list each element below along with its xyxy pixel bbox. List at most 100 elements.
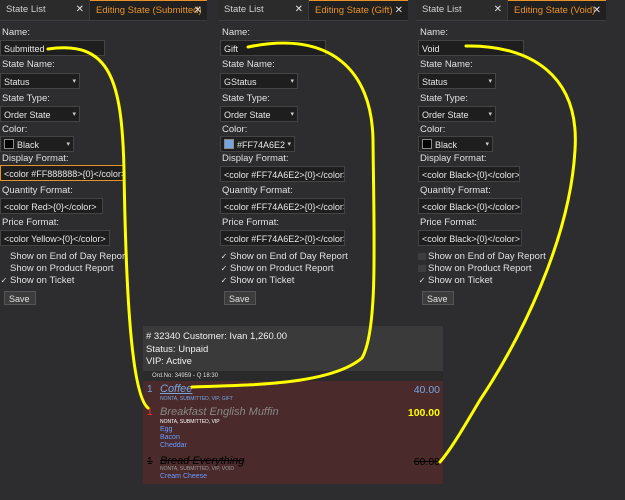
modifier-bacon: Bacon	[160, 434, 180, 441]
item-price: 60.00	[413, 456, 440, 468]
checkbox-show-on-ticket[interactable]: ✓ Show on Ticket	[418, 275, 493, 286]
checkbox-end-of-day[interactable]: Show on End of Day Report	[0, 251, 128, 262]
dropdown-value: Black	[17, 140, 40, 150]
item-quantity: 1	[147, 456, 153, 467]
checkbox-product-report[interactable]: Show on Product Report	[0, 263, 114, 274]
state-type-dropdown[interactable]: Order State ▾	[418, 106, 496, 122]
display-format-field[interactable]: <color #FF888888>{0}</color>	[0, 165, 124, 181]
tab-label: State List	[422, 4, 462, 15]
color-swatch	[422, 139, 432, 149]
name-field[interactable]: Submitted	[0, 40, 105, 56]
name-field[interactable]: Gift	[220, 40, 326, 56]
quantity-format-label: Quantity Format:	[420, 185, 491, 196]
close-icon[interactable]: ✕	[295, 0, 303, 20]
tab-bar: State List ✕ Editing State (Submitted) ✕	[0, 0, 207, 21]
state-name-label: State Name:	[420, 59, 473, 70]
state-name-dropdown[interactable]: Status ▾	[418, 73, 496, 89]
unchecked-icon	[418, 265, 426, 272]
quantity-format-field[interactable]: <color Black>{0}</color>	[418, 198, 522, 214]
tab-state-list[interactable]: State List ✕	[416, 0, 508, 20]
chevron-down-icon: ▾	[290, 78, 294, 85]
price-format-field[interactable]: <color #FF74A6E2>{0}</color>	[220, 230, 345, 246]
price-format-label: Price Format:	[2, 217, 60, 228]
check-icon: ✓	[418, 276, 426, 285]
state-name-label: State Name:	[2, 59, 55, 70]
state-type-dropdown[interactable]: Order State ▾	[220, 106, 298, 122]
item-tags: NONTA, SUBMITTED, VIP, VOID	[160, 466, 234, 472]
price-format-label: Price Format:	[222, 217, 280, 228]
color-label: Color:	[2, 124, 28, 135]
close-icon[interactable]: ✕	[395, 1, 403, 21]
save-button[interactable]: Save	[224, 291, 256, 305]
close-icon[interactable]: ✕	[76, 0, 84, 20]
chevron-down-icon: ▾	[287, 141, 291, 148]
checkbox-label: Show on End of Day Report	[230, 251, 348, 262]
checkbox-show-on-ticket[interactable]: ✓ Show on Ticket	[220, 275, 295, 286]
item-quantity: 1	[147, 384, 153, 395]
tab-state-list[interactable]: State List ✕	[218, 0, 309, 20]
color-dropdown[interactable]: Black ▾	[0, 136, 74, 152]
dropdown-value: Order State	[422, 110, 469, 120]
price-format-field[interactable]: <color Black>{0}</color>	[418, 230, 522, 246]
display-format-field[interactable]: <color Black>{0}</color>	[418, 166, 520, 182]
dropdown-value: Status	[4, 77, 30, 87]
price-format-field[interactable]: <color Yellow>{0}</color>	[0, 230, 110, 246]
tab-editing-state[interactable]: Editing State (Void) ✕	[508, 0, 606, 20]
close-icon[interactable]: ✕	[593, 1, 601, 21]
state-name-dropdown[interactable]: GStatus ▾	[220, 73, 298, 89]
name-field[interactable]: Void	[418, 40, 524, 56]
checkbox-product-report[interactable]: Show on Product Report	[418, 263, 532, 274]
tab-editing-state[interactable]: Editing State (Submitted) ✕	[90, 0, 207, 20]
panel-submitted: State List ✕ Editing State (Submitted) ✕…	[0, 0, 207, 318]
checkbox-label: Show on Ticket	[10, 275, 75, 286]
check-icon: ✓	[220, 264, 228, 273]
state-name-label: State Name:	[222, 59, 275, 70]
chevron-down-icon: ▾	[488, 111, 492, 118]
display-format-field[interactable]: <color #FF74A6E2>{0}</color>	[220, 166, 345, 182]
tab-editing-state[interactable]: Editing State (Gift) ✕	[309, 0, 408, 20]
ticket-preview: # 32340 Customer: Ivan 1,260.00 Status: …	[143, 326, 443, 484]
close-icon[interactable]: ✕	[494, 0, 502, 20]
save-button[interactable]: Save	[422, 291, 454, 305]
checkbox-end-of-day[interactable]: Show on End of Day Report	[418, 251, 546, 262]
color-dropdown[interactable]: #FF74A6E2 ▾	[220, 136, 295, 152]
checkbox-label: Show on Ticket	[230, 275, 295, 286]
checkbox-label: Show on End of Day Report	[428, 251, 546, 262]
tab-state-list[interactable]: State List ✕	[0, 0, 90, 20]
tab-label: State List	[6, 4, 46, 15]
ticket-vip: VIP: Active	[146, 356, 192, 367]
close-icon[interactable]: ✕	[194, 1, 202, 21]
color-label: Color:	[420, 124, 446, 135]
checkbox-label: Show on Product Report	[428, 263, 532, 274]
checkbox-end-of-day[interactable]: ✓ Show on End of Day Report	[220, 251, 348, 262]
chevron-down-icon: ▾	[66, 141, 70, 148]
save-button[interactable]: Save	[4, 291, 36, 305]
check-icon: ✓	[220, 252, 228, 261]
chevron-down-icon: ▾	[290, 111, 294, 118]
item-price: 100.00	[407, 407, 440, 419]
chevron-down-icon: ▾	[72, 78, 76, 85]
display-format-label: Display Format:	[420, 153, 487, 164]
checkbox-show-on-ticket[interactable]: ✓ Show on Ticket	[0, 275, 75, 286]
tab-bar: State List ✕ Editing State (Gift) ✕	[218, 0, 408, 21]
order-item-coffee[interactable]: 1 Coffee 40.00 NONTA, SUBMITTED, VIP, GI…	[143, 381, 443, 403]
quantity-format-field[interactable]: <color #FF74A6E2>{0}</color>	[220, 198, 345, 214]
order-item-bread-everything[interactable]: 1 Bread Everything 60.00 NONTA, SUBMITTE…	[143, 454, 443, 484]
checkbox-product-report[interactable]: ✓ Show on Product Report	[220, 263, 334, 274]
state-name-dropdown[interactable]: Status ▾	[0, 73, 80, 89]
dropdown-value: #FF74A6E2	[237, 140, 286, 150]
checkbox-label: Show on Product Report	[10, 263, 114, 274]
color-dropdown[interactable]: Black ▾	[418, 136, 493, 152]
name-label: Name:	[2, 27, 30, 38]
quantity-format-field[interactable]: <color Red>{0}</color>	[0, 198, 103, 214]
state-type-dropdown[interactable]: Order State ▾	[0, 106, 80, 122]
state-type-label: State Type:	[222, 93, 270, 104]
tab-label: State List	[224, 4, 264, 15]
chevron-down-icon: ▾	[485, 141, 489, 148]
order-item-muffin[interactable]: 1 Breakfast English Muffin 100.00 NONTA,…	[143, 405, 443, 453]
item-tags: NONTA, SUBMITTED, VIP, GIFT	[160, 396, 234, 402]
tab-bar: State List ✕ Editing State (Void) ✕	[416, 0, 606, 21]
quantity-format-label: Quantity Format:	[222, 185, 293, 196]
dropdown-value: Status	[422, 77, 448, 87]
checkbox-label: Show on Product Report	[230, 263, 334, 274]
